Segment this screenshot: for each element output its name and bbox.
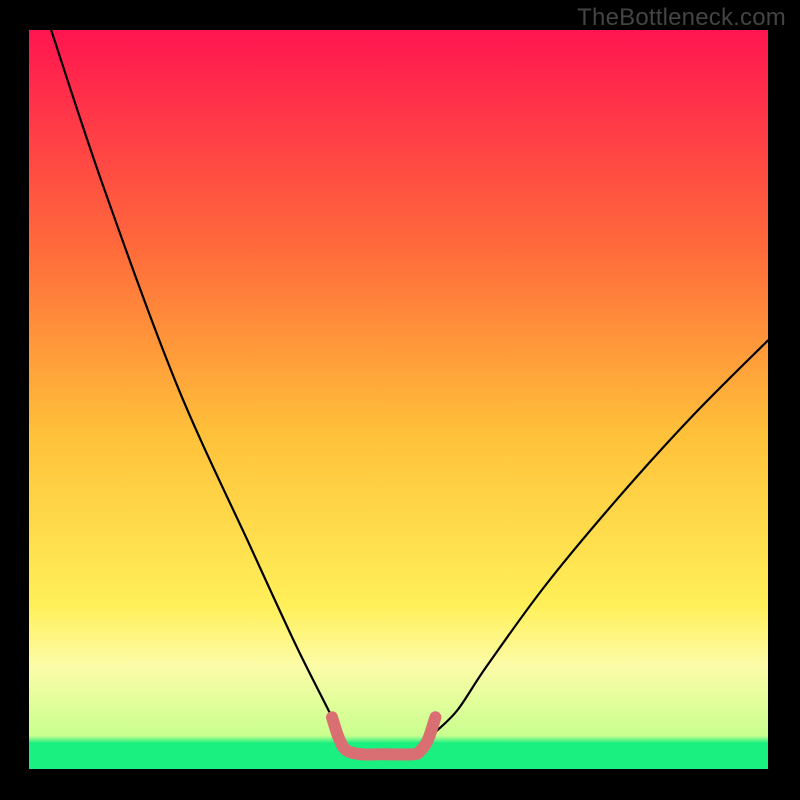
chart-canvas (29, 30, 768, 769)
chart-frame: TheBottleneck.com (0, 0, 800, 800)
gradient-background (29, 30, 768, 769)
watermark-text: TheBottleneck.com (577, 4, 786, 32)
